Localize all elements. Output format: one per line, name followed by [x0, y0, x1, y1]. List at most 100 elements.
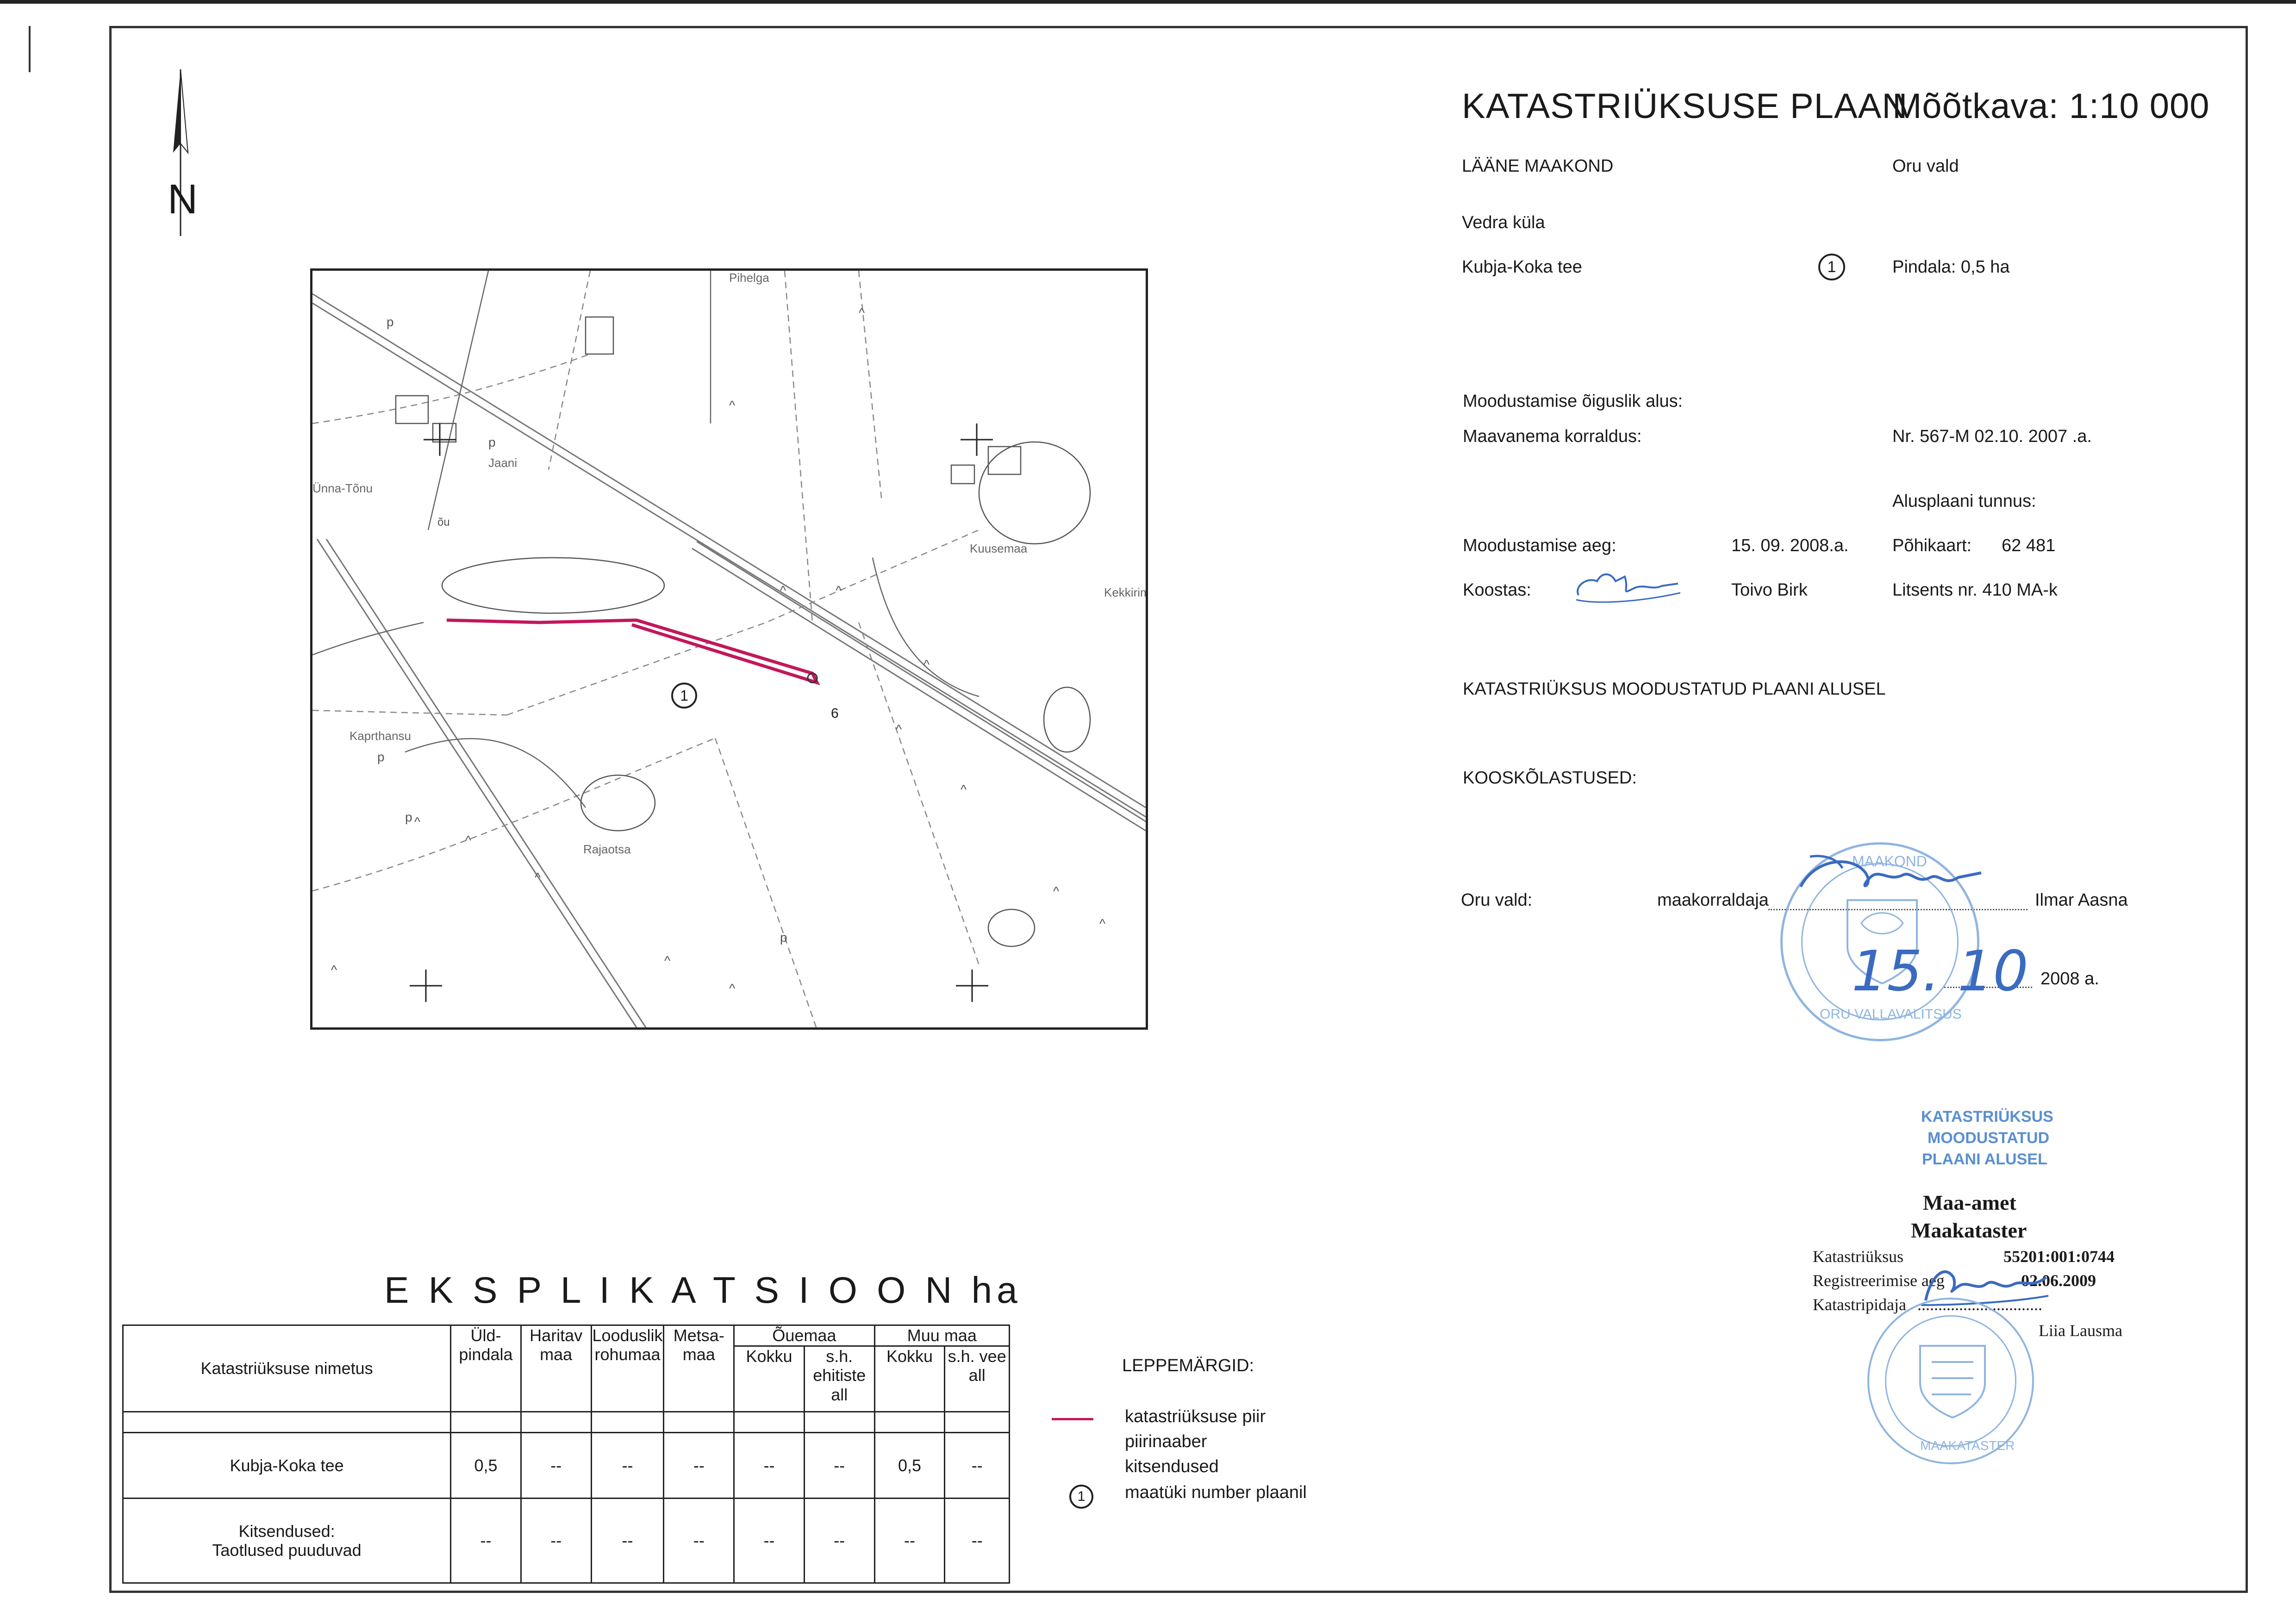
- svg-text:^: ^: [896, 722, 902, 736]
- col-group-yard: Õuemaa: [733, 1324, 875, 1347]
- svg-text:p: p: [387, 315, 394, 329]
- seal-text: MAAKATASTER: [1920, 1438, 2015, 1453]
- order-label: Maavanema korraldus:: [1463, 427, 1642, 446]
- map-parcel-number: 1: [671, 683, 697, 709]
- svg-text:^: ^: [923, 657, 930, 672]
- row2-yard-built: --: [803, 1498, 875, 1584]
- order-value: Nr. 567-M 02.10. 2007 .a.: [1892, 427, 2092, 446]
- row2-name-line2: Taotlused puuduvad: [212, 1541, 362, 1560]
- svg-text:^: ^: [535, 870, 541, 884]
- approval-party: Oru vald:: [1461, 890, 1533, 910]
- formed-date-label: Moodustamise aeg:: [1463, 536, 1616, 555]
- row2-yard-total: --: [733, 1498, 805, 1584]
- stamp-bottom-text: ORU VALLAVALITSUS: [1820, 1007, 1962, 1022]
- approval-role: maakorraldaja: [1657, 890, 1769, 910]
- reg-stamp-line2: MOODUSTATUD: [1928, 1129, 2050, 1147]
- map-point-label: 6: [831, 706, 839, 721]
- row1-name: Kubja-Koka tee: [122, 1431, 452, 1499]
- svg-text:^: ^: [836, 583, 842, 597]
- map-drawing: ^ ^ ^ ^ ^ ^ ^ ^ ^ ^ ^ ^ ^ ^ ^ p p p p p: [312, 271, 1146, 1027]
- place-label-jaani: Jaani: [488, 456, 518, 470]
- table-row: Kitsendused: Taotlused puuduvad -- -- --…: [122, 1498, 1010, 1584]
- handwritten-date: 15. 10: [1852, 939, 2028, 1004]
- row2-grass: --: [590, 1498, 665, 1584]
- legend-parcel-line-icon: [1052, 1418, 1093, 1420]
- north-label: N: [168, 176, 198, 223]
- svg-text:^: ^: [664, 953, 670, 968]
- legend-item-restrictions: kitsendused: [1125, 1457, 1219, 1476]
- office-name-2: Maakataster: [1911, 1219, 2027, 1242]
- row1-other-total: 0,5: [873, 1431, 946, 1499]
- parish-label: Oru vald: [1892, 156, 1959, 176]
- svg-text:^: ^: [780, 583, 786, 597]
- base-map-value: 62 481: [2002, 536, 2056, 555]
- compiler-name: Toivo Birk: [1731, 580, 1808, 600]
- formed-date-value: 15. 09. 2008.a.: [1731, 536, 1849, 555]
- col-header-other-water: s.h. vee all: [944, 1345, 1010, 1413]
- parcel-number-badge: 1: [1818, 254, 1845, 280]
- parcel-code-label: Katastriüksus: [1813, 1247, 1903, 1266]
- col-header-yard-built: s.h. ehitiste all: [803, 1345, 875, 1413]
- place-label-kuusemaa: Kuusemaa: [970, 541, 1028, 555]
- svg-text:^: ^: [414, 815, 420, 829]
- row2-other-water: --: [944, 1498, 1010, 1584]
- svg-text:^: ^: [961, 782, 967, 796]
- reg-stamp-line3: PLAANI ALUSEL: [1922, 1150, 2047, 1168]
- reg-stamp-line1: KATASTRIÜKSUS: [1921, 1108, 2053, 1126]
- plan-title: KATASTRIÜKSUSE PLAAN: [1462, 87, 1908, 126]
- place-label-rajaotsa: Rajaotsa: [583, 842, 631, 856]
- row2-name-line1: Kitsendused:: [238, 1521, 335, 1541]
- svg-text:^: ^: [1099, 916, 1105, 931]
- table-spacer-row: [122, 1411, 1010, 1433]
- parcel-boundary-line: [446, 618, 820, 685]
- row1-grass: --: [590, 1431, 665, 1499]
- map-yard-symbol: õu: [437, 516, 450, 529]
- office-name-1: Maa-amet: [1923, 1191, 2016, 1214]
- svg-text:^: ^: [465, 833, 471, 847]
- margin-tick: [29, 26, 31, 72]
- keeper-label: Katastripidaja: [1813, 1295, 1906, 1314]
- row2-total: --: [450, 1498, 522, 1584]
- legal-basis-label: Moodustamise õiguslik alus:: [1463, 392, 1683, 411]
- place-label-kaprthansu: Kaprthansu: [349, 729, 411, 743]
- row1-other-water: --: [944, 1431, 1010, 1499]
- parcel-name: Kubja-Koka tee: [1462, 257, 1582, 277]
- base-map-key: Põhikaart:: [1892, 536, 1972, 555]
- row1-total: 0,5: [450, 1431, 522, 1499]
- svg-text:p: p: [405, 810, 412, 824]
- seal-arms-icon: [1919, 1345, 1986, 1419]
- legend-item-boundary: katastriüksuse piir: [1125, 1407, 1266, 1426]
- explication-table: Katastriüksuse nimetus Üld- pindala Hari…: [122, 1324, 1011, 1584]
- base-map-label: Alusplaani tunnus:: [1892, 491, 2036, 511]
- svg-text:^: ^: [859, 305, 865, 320]
- cadastral-map: ^ ^ ^ ^ ^ ^ ^ ^ ^ ^ ^ ^ ^ ^ ^ p p p p p Pihelga Jaani…: [310, 268, 1148, 1030]
- row1-yard-total: --: [733, 1431, 805, 1499]
- row2-arable: --: [520, 1498, 592, 1584]
- col-header-arable: Haritav maa: [520, 1324, 592, 1413]
- svg-text:p: p: [488, 435, 496, 449]
- svg-text:^: ^: [1053, 884, 1059, 898]
- approval-signature-icon: [1799, 855, 1982, 888]
- col-group-other: Muu maa: [873, 1324, 1011, 1347]
- top-border-line: [0, 0, 2296, 4]
- col-header-total: Üld- pindala: [450, 1324, 522, 1413]
- scale-label: Mõõtkava: 1:10 000: [1892, 87, 2210, 126]
- row1-arable: --: [520, 1431, 592, 1499]
- svg-text:p: p: [377, 750, 385, 764]
- col-header-other-total: Kokku: [873, 1345, 946, 1413]
- col-header-forest: Metsa- maa: [663, 1324, 735, 1413]
- village-label: Vedra küla: [1462, 213, 1545, 232]
- col-header-name: Katastriüksuse nimetus: [122, 1324, 452, 1413]
- svg-text:^: ^: [331, 963, 337, 977]
- row1-forest: --: [663, 1431, 735, 1499]
- formed-on-plan-label: KATASTRIÜKSUS MOODUSTATUD PLAANI ALUSEL: [1463, 679, 1886, 699]
- row2-other-total: --: [873, 1498, 946, 1584]
- place-label-pihelga: Pihelga: [729, 271, 769, 285]
- legend-circle-icon: 1: [1069, 1485, 1093, 1509]
- keeper-name: Liia Lausma: [2039, 1321, 2122, 1340]
- row1-yard-built: --: [803, 1431, 875, 1499]
- table-row: Kubja-Koka tee 0,5 -- -- -- -- -- 0,5 --: [122, 1431, 1010, 1499]
- area-label: Pindala: 0,5 ha: [1892, 257, 2010, 277]
- col-header-yard-total: Kokku: [733, 1345, 805, 1413]
- svg-text:p: p: [780, 930, 787, 945]
